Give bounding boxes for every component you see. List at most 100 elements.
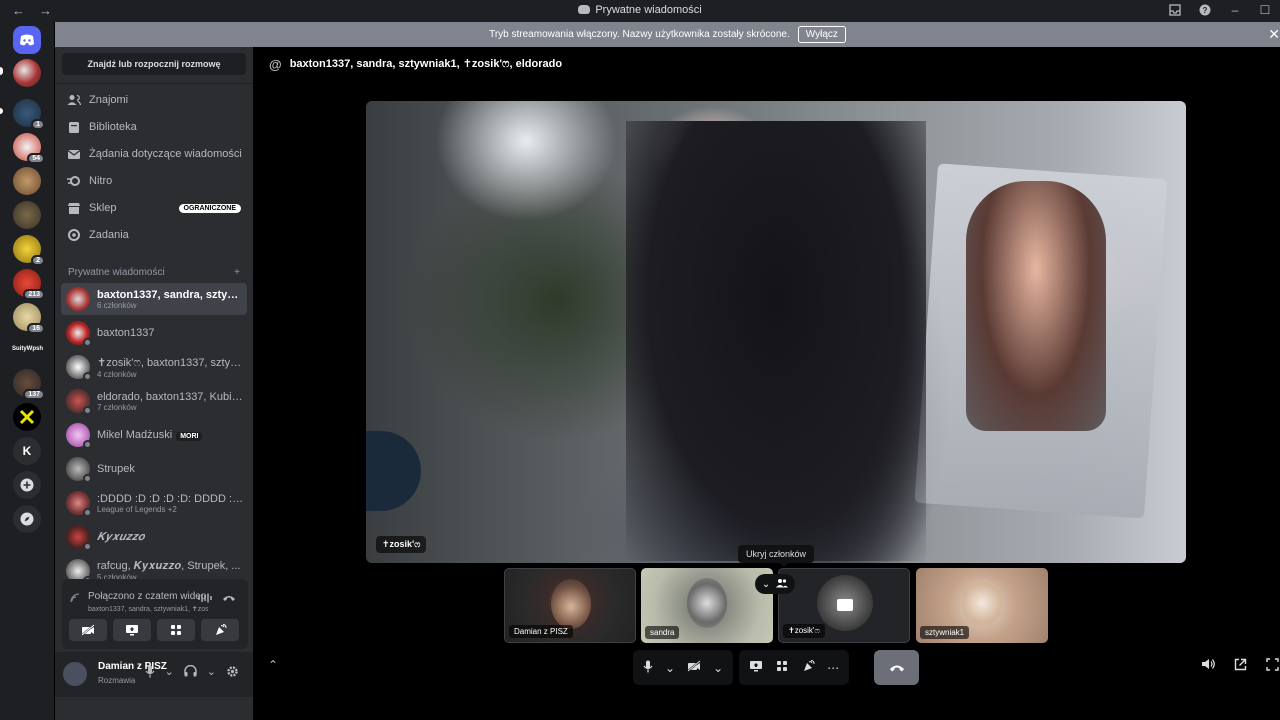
disconnect-icon[interactable] bbox=[222, 593, 236, 606]
avatar[interactable] bbox=[63, 662, 87, 686]
library-icon bbox=[67, 120, 81, 134]
voice-channel-members: baxton1337, sandra, sztywniak1, ✝zosi... bbox=[88, 606, 208, 613]
nav-library[interactable]: Biblioteka bbox=[63, 116, 247, 138]
participant-tile[interactable]: sztywniak1 bbox=[916, 568, 1048, 643]
server-icon[interactable]: 2 bbox=[13, 235, 45, 266]
participant-name-tag: sztywniak1 bbox=[920, 626, 970, 639]
friends-icon bbox=[67, 93, 81, 107]
camera-toggle-button[interactable] bbox=[69, 619, 107, 641]
video-scene-reflection bbox=[966, 181, 1106, 431]
dm-item[interactable]: Strupek bbox=[61, 453, 247, 485]
fullscreen-icon[interactable] bbox=[1264, 658, 1280, 671]
group-dm-title[interactable]: baxton1337, sandra, sztywniak1, ✝zosik'ෆ… bbox=[290, 57, 562, 71]
server-icon[interactable]: 54 bbox=[13, 133, 45, 164]
compass-icon bbox=[20, 512, 34, 526]
camera-off-icon bbox=[81, 624, 95, 636]
signal-icon[interactable] bbox=[70, 593, 80, 606]
members-icon bbox=[776, 578, 789, 591]
nav-nitro[interactable]: Nitro bbox=[63, 170, 247, 192]
status-indicator bbox=[83, 542, 92, 551]
volume-icon[interactable] bbox=[1200, 658, 1216, 671]
server-icon[interactable]: 16 bbox=[13, 303, 45, 334]
microphone-icon[interactable] bbox=[145, 665, 155, 681]
activities-button[interactable] bbox=[157, 619, 195, 641]
maximize-icon[interactable]: ☐ bbox=[1258, 3, 1272, 17]
server-icon[interactable]: K bbox=[13, 437, 41, 465]
dm-item[interactable]: baxton1337 bbox=[61, 317, 247, 349]
server-icon[interactable] bbox=[13, 201, 41, 229]
status-indicator bbox=[83, 372, 92, 381]
chevron-down-icon[interactable]: ⌄ bbox=[207, 665, 216, 681]
channel-header: @ baxton1337, sandra, sztywniak1, ✝zosik… bbox=[253, 47, 1280, 81]
participant-tile[interactable]: Damian z PISZ bbox=[504, 568, 636, 643]
hide-members-toggle[interactable]: ⌄ bbox=[755, 574, 795, 594]
minimize-icon[interactable]: – bbox=[1228, 3, 1242, 17]
noise-suppression-icon[interactable] bbox=[198, 593, 212, 606]
dm-item[interactable]: ✝zosik'ෆ, baxton1337, sztywn... 4 członkó… bbox=[61, 351, 247, 383]
dm-item[interactable]: eldorado, baxton1337, Kubi, sz... 7 człon… bbox=[61, 385, 247, 417]
server-icon[interactable] bbox=[13, 59, 41, 87]
status-indicator bbox=[83, 406, 92, 415]
server-icon[interactable]: 1 bbox=[13, 99, 45, 130]
participant-tile[interactable]: ✝zosik'ෆ bbox=[778, 568, 910, 643]
disable-streamer-mode-button[interactable]: Wyłącz bbox=[797, 26, 846, 43]
participant-tile[interactable]: sandra bbox=[641, 568, 773, 643]
chevron-up-icon[interactable]: ⌃ bbox=[268, 658, 278, 672]
nav-quests[interactable]: Zadania bbox=[63, 224, 247, 246]
chevron-down-icon: ⌄ bbox=[761, 578, 771, 590]
video-scene-fan bbox=[366, 431, 421, 511]
screen-share-icon[interactable] bbox=[749, 660, 763, 675]
server-icon[interactable] bbox=[13, 403, 41, 431]
server-icon[interactable]: 137 bbox=[13, 369, 45, 400]
screen-share-icon bbox=[126, 625, 138, 636]
camera-off-icon[interactable] bbox=[687, 660, 701, 675]
avatar bbox=[66, 423, 92, 449]
headphones-icon[interactable] bbox=[184, 664, 197, 681]
nav-shop[interactable]: Sklep OGRANICZONE bbox=[63, 197, 247, 219]
soundboard-button[interactable] bbox=[201, 619, 239, 641]
server-icon[interactable]: 213 bbox=[13, 269, 45, 300]
more-options-icon[interactable]: ⋯ bbox=[827, 661, 839, 675]
call-action-controls: ⋯ bbox=[739, 650, 850, 685]
user-controls: ⌄ ⌄ bbox=[145, 664, 239, 681]
microphone-icon[interactable] bbox=[643, 660, 653, 676]
unread-indicator bbox=[0, 108, 3, 114]
activities-icon[interactable] bbox=[775, 660, 789, 675]
voice-actions bbox=[198, 593, 236, 606]
chevron-down-icon[interactable]: ⌄ bbox=[665, 661, 675, 675]
add-server-button[interactable] bbox=[13, 471, 41, 499]
avatar bbox=[66, 287, 90, 311]
discord-logo-icon bbox=[20, 34, 34, 46]
server-icon[interactable] bbox=[13, 167, 41, 195]
discover-button[interactable] bbox=[13, 505, 41, 533]
leave-call-button[interactable] bbox=[874, 650, 919, 685]
main-video-stream[interactable]: ✝zosik'ෆ bbox=[366, 101, 1186, 563]
participant-name-tag: ✝zosik'ෆ bbox=[783, 624, 825, 638]
dm-item[interactable]: 𝑲𝒚𝒙𝒖𝒛𝒛𝒐 bbox=[61, 521, 247, 553]
screen-share-button[interactable] bbox=[113, 619, 151, 641]
dm-sidebar: Znajdź lub rozpocznij rozmowę Znajomi Bi… bbox=[55, 47, 253, 720]
create-dm-button[interactable]: + bbox=[234, 267, 240, 278]
help-icon[interactable]: ? bbox=[1198, 3, 1212, 17]
nav-message-requests[interactable]: Żądania dotyczące wiadomości bbox=[63, 143, 247, 165]
svg-text:?: ? bbox=[1203, 6, 1208, 15]
close-banner-icon[interactable]: ✕ bbox=[1268, 26, 1280, 43]
chevron-down-icon[interactable]: ⌄ bbox=[165, 665, 174, 681]
chevron-down-icon[interactable]: ⌄ bbox=[713, 661, 723, 675]
gear-icon[interactable] bbox=[226, 665, 239, 681]
server-name-tag: SuityWpsh bbox=[12, 346, 43, 352]
participant-avatar bbox=[962, 578, 1002, 628]
server-rail: 1 54 2 213 16 SuityWpsh 137 K bbox=[0, 22, 54, 720]
nav-friends[interactable]: Znajomi bbox=[63, 89, 247, 111]
discord-logo-icon bbox=[578, 5, 591, 14]
find-conversation-button[interactable]: Znajdź lub rozpocznij rozmowę bbox=[62, 53, 246, 75]
dm-item[interactable]: :DDDD :D :D :D :D: DDDD :DD... League of … bbox=[61, 487, 247, 519]
soundboard-icon[interactable] bbox=[801, 660, 815, 675]
dm-item[interactable]: baxton1337, sandra, sztywniak1...6 człon… bbox=[61, 283, 247, 315]
window-controls: ? – ☐ bbox=[1168, 3, 1272, 17]
home-button[interactable] bbox=[13, 26, 41, 54]
pop-out-icon[interactable] bbox=[1232, 658, 1248, 671]
dm-item[interactable]: Mikel Madżuski MORI bbox=[61, 419, 247, 451]
avatar bbox=[66, 457, 92, 483]
inbox-icon[interactable] bbox=[1168, 3, 1182, 17]
